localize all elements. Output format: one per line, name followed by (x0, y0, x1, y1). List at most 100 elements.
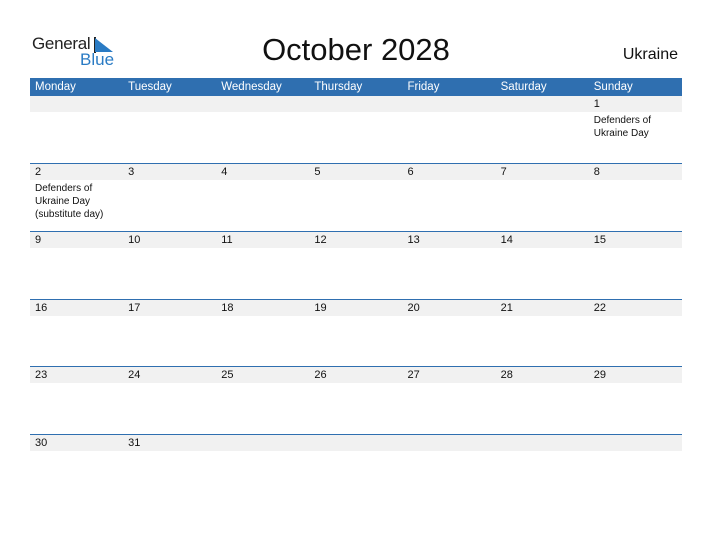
holiday-label (123, 112, 216, 140)
holiday-label (309, 248, 402, 250)
weekday-saturday: Saturday (500, 81, 547, 93)
day-number: 5 (314, 166, 321, 178)
holiday-label (496, 451, 589, 453)
holiday-label (30, 316, 123, 318)
day-number (496, 96, 589, 112)
holiday-label (403, 316, 496, 318)
holiday-label (496, 383, 589, 385)
day-number: 23 (35, 369, 48, 381)
calendar-week: 16 17 18 19 20 21 22 (30, 299, 682, 366)
calendar-week: 9 10 11 12 13 14 15 (30, 231, 682, 299)
day-number (123, 96, 216, 112)
calendar-week: 2 3 4 5 6 7 8 Defenders of Ukraine Day (substit… (30, 163, 682, 231)
day-number (496, 435, 589, 451)
holiday-label (589, 383, 682, 385)
holiday-label (309, 180, 402, 221)
holiday-label (496, 248, 589, 250)
day-number: 22 (593, 302, 606, 314)
day-number (216, 435, 309, 451)
page-title: October 2028 (262, 32, 450, 67)
holiday-label (496, 180, 589, 221)
holiday-label (403, 451, 496, 453)
holiday-label (216, 180, 309, 221)
holiday-label (123, 248, 216, 250)
day-number: 1 (593, 98, 600, 110)
day-number: 19 (314, 302, 327, 314)
holiday-label (30, 451, 123, 453)
day-number (403, 435, 496, 451)
holiday-label (403, 112, 496, 140)
day-number: 10 (128, 234, 141, 246)
holiday-label (216, 316, 309, 318)
day-number (403, 96, 496, 112)
weekday-wednesday: Wednesday (221, 81, 282, 93)
day-number: 3 (128, 166, 135, 178)
day-number-strip: 9 10 11 12 13 14 15 (30, 232, 682, 248)
holiday-label (403, 180, 496, 221)
event-row (30, 451, 682, 453)
day-number: 20 (407, 302, 420, 314)
holiday-label (123, 180, 216, 221)
day-number (30, 96, 123, 112)
holiday-label (123, 316, 216, 318)
day-number: 31 (128, 437, 141, 449)
day-number: 12 (314, 234, 327, 246)
calendar: Monday Tuesday Wednesday Thursday Friday… (30, 78, 682, 451)
day-number: 11 (221, 234, 233, 246)
day-number: 29 (593, 369, 606, 381)
weekday-sunday: Sunday (593, 81, 633, 93)
holiday-label: Defenders of Ukraine Day (593, 115, 652, 139)
event-row (30, 316, 682, 318)
day-number: 14 (500, 234, 513, 246)
day-number: 9 (35, 234, 42, 246)
day-number: 2 (35, 166, 42, 178)
holiday-label (589, 316, 682, 318)
day-number: 6 (407, 166, 414, 178)
day-number: 18 (221, 302, 234, 314)
holiday-label (589, 451, 682, 453)
holiday-label (309, 451, 402, 453)
holiday-label (496, 316, 589, 318)
holiday-label (123, 451, 216, 453)
event-row (30, 383, 682, 385)
country-label: Ukraine (622, 46, 678, 63)
holiday-label (589, 248, 682, 250)
holiday-label (309, 112, 402, 140)
weekday-friday: Friday (407, 81, 440, 93)
weekday-header: Monday Tuesday Wednesday Thursday Friday… (30, 78, 682, 96)
holiday-label (309, 316, 402, 318)
event-row: Defenders of Ukraine Day (substitute day… (30, 180, 682, 221)
day-number (589, 435, 682, 451)
holiday-label (123, 383, 216, 385)
holiday-label (30, 383, 123, 385)
day-number-strip: 2 3 4 5 6 7 8 (30, 164, 682, 180)
day-number-strip: 30 31 (30, 435, 682, 451)
day-number: 24 (128, 369, 141, 381)
event-row: Defenders of Ukraine Day (30, 112, 682, 140)
day-number: 4 (221, 166, 228, 178)
day-number: 27 (407, 369, 420, 381)
holiday-label (496, 112, 589, 140)
day-number: 13 (407, 234, 420, 246)
day-number: 17 (128, 302, 141, 314)
day-number-strip: 23 24 25 26 27 28 29 (30, 367, 682, 383)
holiday-label (216, 451, 309, 453)
calendar-week: 23 24 25 26 27 28 29 (30, 366, 682, 434)
day-number: 16 (35, 302, 48, 314)
holiday-label (309, 383, 402, 385)
day-number-strip: 16 17 18 19 20 21 22 (30, 300, 682, 316)
holiday-label (403, 383, 496, 385)
day-number: 25 (221, 369, 234, 381)
day-number: 7 (500, 166, 507, 178)
weekday-monday: Monday (35, 81, 76, 93)
holiday-label (403, 248, 496, 250)
weekday-thursday: Thursday (314, 81, 363, 93)
holiday-label (216, 383, 309, 385)
holiday-label: Defenders of Ukraine Day (substitute day… (35, 183, 104, 220)
holiday-label (30, 248, 123, 250)
calendar-week: 30 31 (30, 434, 682, 451)
day-number-strip: 1 (30, 96, 682, 112)
day-number: 28 (500, 369, 513, 381)
holiday-label (30, 112, 123, 140)
day-number: 26 (314, 369, 327, 381)
